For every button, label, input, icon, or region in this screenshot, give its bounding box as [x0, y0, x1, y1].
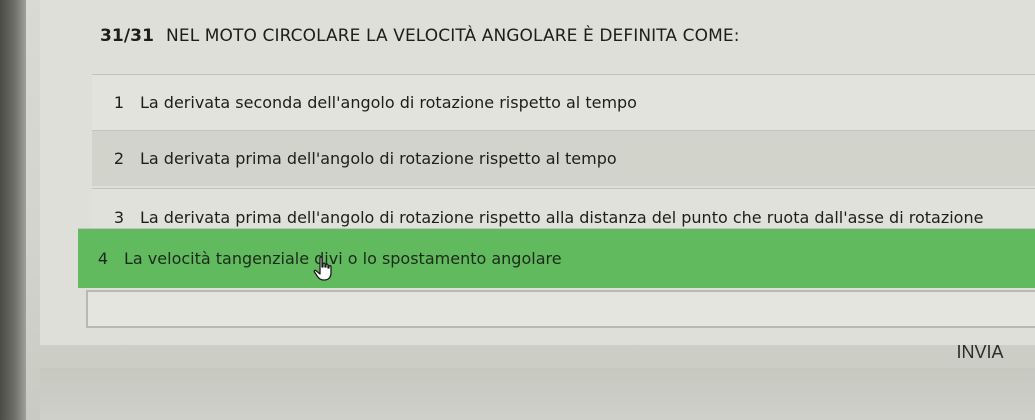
question-header: 31/31 NEL MOTO CIRCOLARE LA VELOCITÀ ANGO… [100, 26, 740, 46]
answer-option-2[interactable]: 2 La derivata prima dell'angolo di rotaz… [92, 130, 1035, 186]
option-index: 2 [113, 149, 124, 168]
option-index: 3 [113, 208, 124, 227]
answer-input[interactable] [86, 290, 1035, 328]
quiz-screen: 31/31 NEL MOTO CIRCOLARE LA VELOCITÀ ANGO… [0, 0, 1035, 420]
footer-strip [40, 368, 1035, 420]
option-label: La derivata seconda dell'angolo di rotaz… [140, 93, 637, 112]
answer-option-1[interactable]: 1 La derivata seconda dell'angolo di rot… [92, 74, 1035, 130]
option-index: 4 [97, 249, 108, 268]
question-counter: 31/31 [100, 26, 155, 46]
monitor-bezel [0, 0, 26, 420]
submit-button[interactable]: INVIA [940, 338, 1020, 366]
option-label: La velocità tangenziale divi o lo sposta… [124, 249, 562, 268]
answer-option-4-selected[interactable]: 4 La velocità tangenziale divi o lo spos… [78, 228, 1035, 288]
hand-pointer-icon [313, 256, 332, 281]
option-label: La derivata prima dell'angolo di rotazio… [140, 208, 984, 227]
option-index: 1 [113, 93, 124, 112]
option-label: La derivata prima dell'angolo di rotazio… [140, 149, 617, 168]
question-text: NEL MOTO CIRCOLARE LA VELOCITÀ ANGOLARE … [166, 26, 740, 46]
